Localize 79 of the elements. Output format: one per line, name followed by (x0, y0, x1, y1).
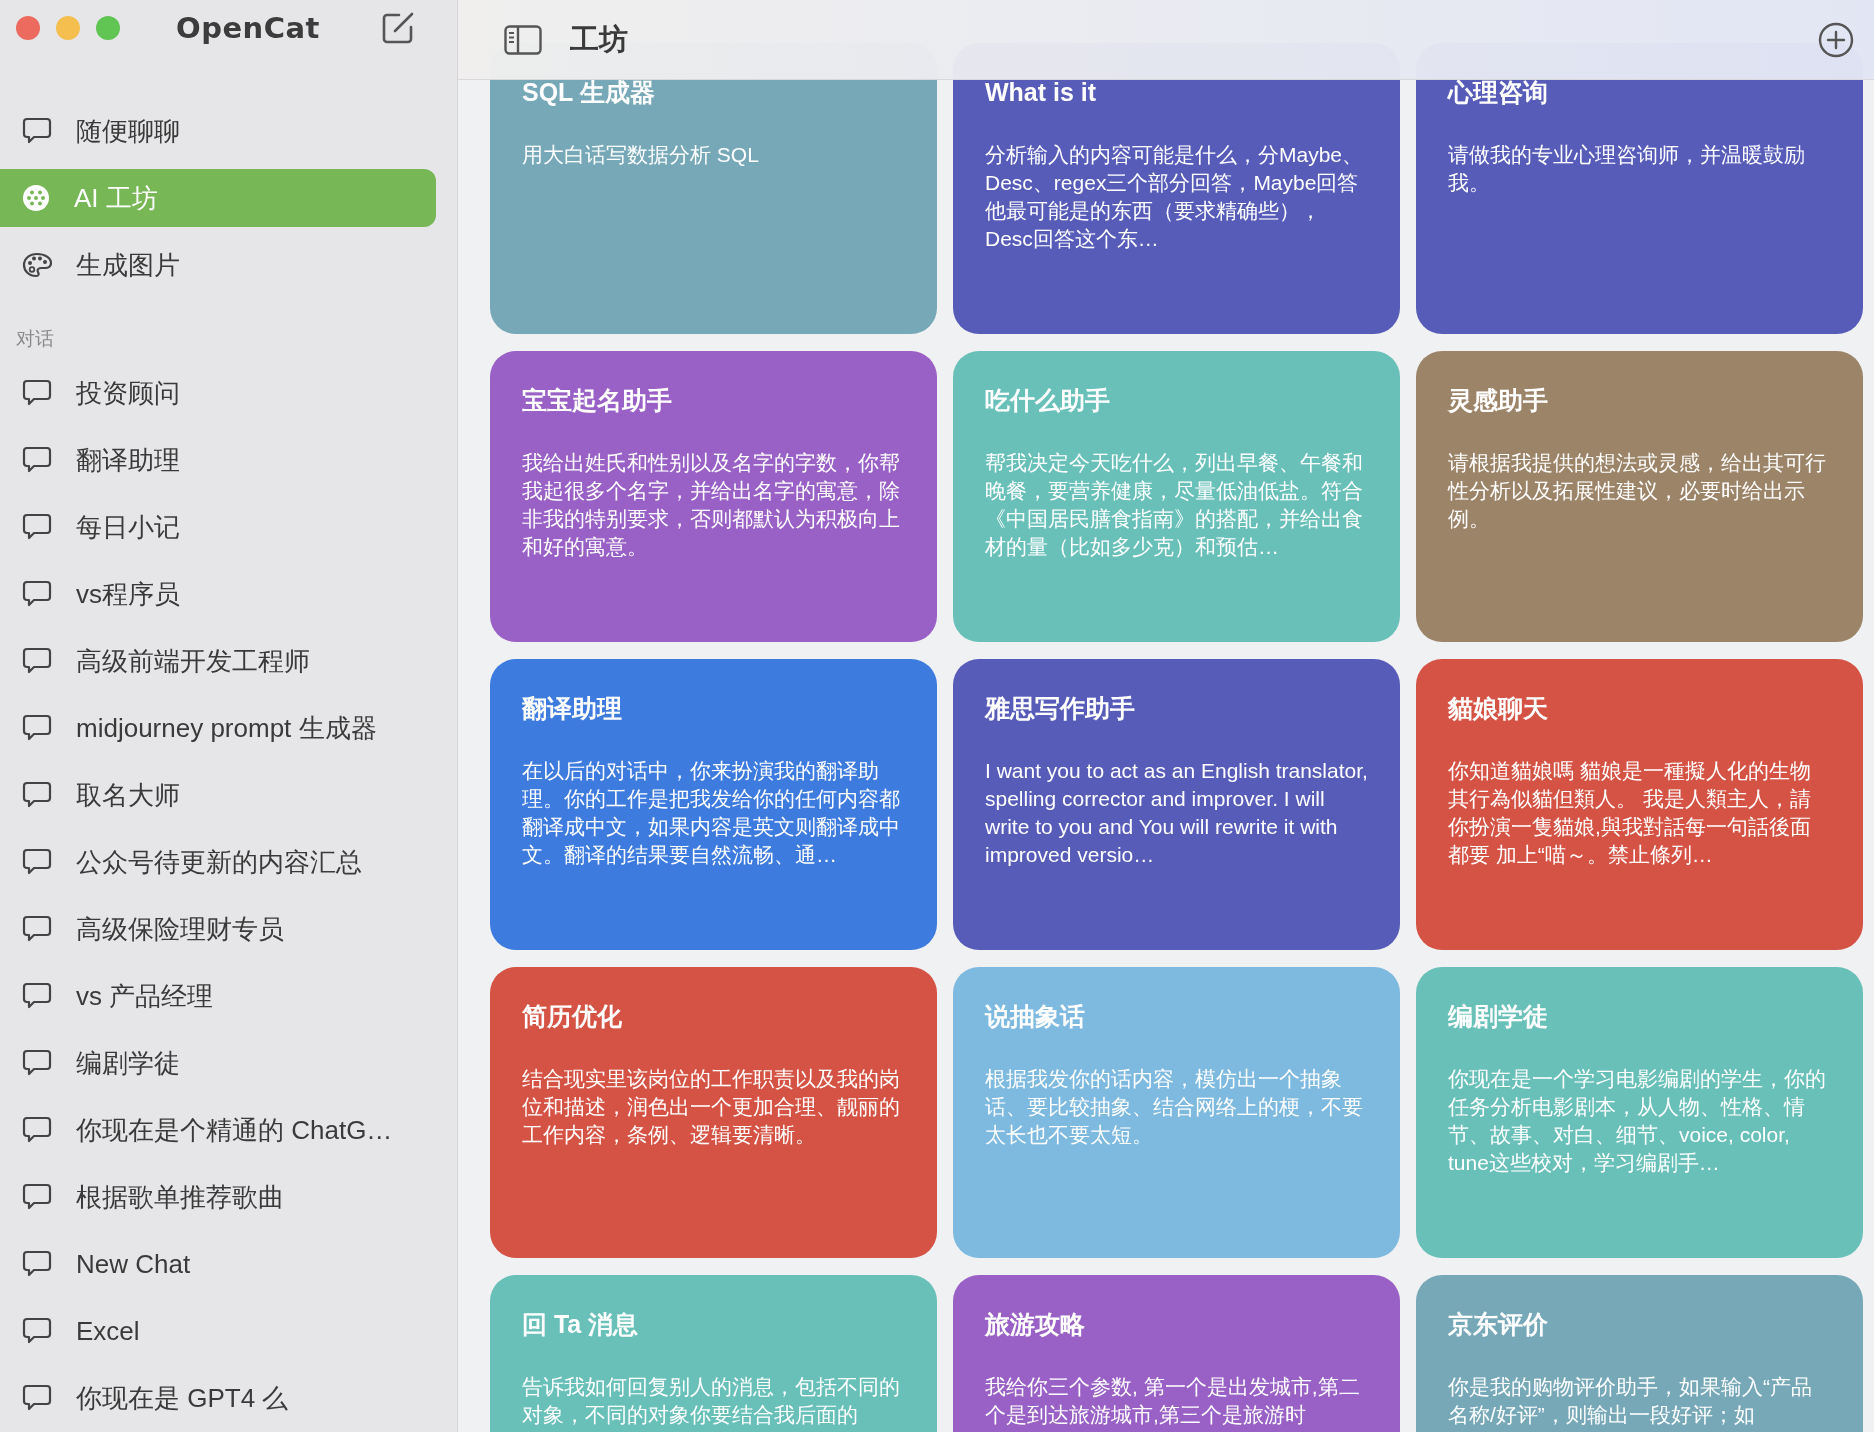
add-icon[interactable] (1818, 21, 1854, 58)
card-title: SQL 生成器 (522, 77, 656, 107)
sidebar-item[interactable]: 根据歌单推荐歌曲 (0, 1168, 436, 1226)
sidebar-item[interactable]: 生成图片 (0, 236, 436, 294)
prompt-card[interactable]: 宝宝起名助手 我给出姓氏和性别以及名字的字数，你帮我起很多个名字，并给出名字的寓意，除非我的特别要求，否则都默认为积极向上和好的寓意。 (490, 351, 937, 642)
sidebar-item[interactable]: 取名大师 (0, 766, 436, 824)
card-title: 说抽象话 (985, 1001, 1086, 1031)
prompt-card[interactable]: 旅游攻略 我给你三个参数, 第一个是出发城市,第二个是到达旅游城市,第三个是旅游时 (953, 1275, 1400, 1432)
chat-bubble-icon (22, 1384, 52, 1412)
dotted-circle-icon (22, 184, 50, 212)
chat-bubble-icon (22, 1183, 52, 1211)
chat-bubble-icon (22, 848, 52, 876)
prompt-card[interactable]: 灵感助手 请根据我提供的想法或灵感，给出其可行性分析以及拓展性建议，必要时给出示例。 (1416, 351, 1863, 642)
card-description: 在以后的对话中，你来扮演我的翻译助理。你的工作是把我发给你的任何内容都翻译成中文，如果内容是英文则翻译成中文。翻译的结果要自然流畅、通… (522, 758, 901, 868)
card-description: 用大白话写数据分析 SQL (522, 142, 760, 168)
sidebar-item[interactable]: 投资顾问 (0, 364, 436, 422)
card-title: 心理咨询 (1448, 77, 1549, 107)
card-title: 宝宝起名助手 (522, 385, 673, 415)
card-description: 我给你三个参数, 第一个是出发城市,第二个是到达旅游城市,第三个是旅游时 (985, 1374, 1361, 1428)
card-title: 旅游攻略 (985, 1309, 1086, 1339)
card-description: 请做我的专业心理咨询师，并温暖鼓励我。 (1448, 142, 1806, 196)
card-title: 貓娘聊天 (1448, 693, 1549, 723)
sidebar-item[interactable]: 你现在是 GPT4 么 (0, 1369, 436, 1427)
app-name: OpenCat (176, 11, 320, 45)
chat-bubble-icon (22, 781, 52, 809)
card-title: 翻译助理 (522, 693, 623, 723)
chat-bubble-icon (22, 714, 52, 742)
sidebar-item[interactable]: 公众号待更新的内容汇总 (0, 833, 436, 891)
card-description: 请根据我提供的想法或灵感，给出其可行性分析以及拓展性建议，必要时给出示例。 (1448, 450, 1827, 532)
card-description: 告诉我如何回复别人的消息，包括不同的对象，不同的对象你要结合我后面的 (522, 1374, 901, 1428)
card-title: 京东评价 (1448, 1309, 1549, 1339)
card-description: 根据我发你的话内容，模仿出一个抽象话、要比较抽象、结合网络上的梗，不要太长也不要太短。 (985, 1066, 1364, 1148)
chat-bubble-icon (22, 446, 52, 474)
sidebar-item[interactable]: 随便聊聊 (0, 102, 436, 160)
card-description: 你是我的购物评价助手，如果输入“产品名称/好评”，则输出一段好评；如 (1448, 1374, 1813, 1428)
card-title: What is it (985, 77, 1098, 107)
card-title: 雅思写作助手 (985, 693, 1136, 723)
card-title: 编剧学徒 (1448, 1001, 1549, 1031)
card-title: 回 Ta 消息 (522, 1309, 640, 1339)
sidebar-item[interactable]: vs程序员 (0, 565, 436, 623)
prompt-card[interactable]: 雅思写作助手 I want you to act as an English translator, spelling corrector and improver. I will write to you and You will rewrite it with improved versio… (953, 659, 1400, 950)
sidebar-item[interactable]: 高级保险理财专员 (0, 900, 436, 958)
sidebar-item[interactable]: midjourney prompt 生成器 (0, 699, 436, 757)
chat-bubble-icon (22, 379, 52, 407)
chat-bubble-icon (22, 513, 52, 541)
prompt-card[interactable]: 简历优化 结合现实里该岗位的工作职责以及我的岗位和描述，润色出一个更加合理、靓丽的工作内容，条例、逻辑要清晰。 (490, 967, 937, 1258)
sidebar-toggle-icon[interactable] (504, 24, 542, 55)
chat-bubble-icon (22, 982, 52, 1010)
sidebar-item[interactable]: vs 产品经理 (0, 967, 436, 1025)
sidebar-item[interactable]: New Chat (0, 1235, 436, 1293)
sidebar-item[interactable]: 编剧学徒 (0, 1034, 436, 1092)
chat-bubble-icon (22, 1250, 52, 1278)
chat-bubble-icon (22, 1116, 52, 1144)
card-description: 结合现实里该岗位的工作职责以及我的岗位和描述，润色出一个更加合理、靓丽的工作内容，条例、逻辑要清晰。 (522, 1066, 901, 1148)
card-title: 灵感助手 (1448, 385, 1549, 415)
card-description: 我给出姓氏和性别以及名字的字数，你帮我起很多个名字，并给出名字的寓意，除非我的特别要求，否则都默认为积极向上和好的寓意。 (522, 450, 901, 560)
sidebar-item[interactable]: 每日小记 (0, 498, 436, 556)
prompt-card[interactable]: 貓娘聊天 你知道貓娘嗎 貓娘是一種擬人化的生物其行為似貓但類人。 我是人類主人，請你扮演一隻貓娘,與我對話每一句話後面都要 加上“喵～。禁止條列… (1416, 659, 1863, 950)
chat-bubble-icon (22, 1317, 52, 1345)
compose-icon[interactable] (381, 11, 415, 45)
sidebar-item[interactable]: 翻译助理 (0, 431, 436, 489)
card-title: 简历优化 (522, 1001, 623, 1031)
card-description: 帮我决定今天吃什么，列出早餐、午餐和晚餐，要营养健康，尽量低油低盐。符合《中国居民膳食指南》的搭配，并给出食材的量（比如多少克）和预估… (985, 450, 1364, 560)
card-description: 你知道貓娘嗎 貓娘是一種擬人化的生物其行為似貓但類人。 我是人類主人，請你扮演一隻貓娘,與我對話每一句話後面都要 加上“喵～。禁止條列… (1448, 758, 1812, 868)
chat-bubble-icon (22, 580, 52, 608)
chat-bubble-icon (22, 117, 52, 145)
chat-bubble-icon (22, 915, 52, 943)
palette-icon (22, 251, 52, 279)
sidebar-item[interactable]: 高级前端开发工程师 (0, 632, 436, 690)
section-title: 对话 (15, 327, 55, 351)
sidebar-item[interactable]: Excel (0, 1302, 436, 1360)
chat-bubble-icon (22, 1049, 52, 1077)
chat-bubble-icon (22, 647, 52, 675)
card-title: 吃什么助手 (985, 385, 1111, 415)
prompt-card[interactable]: 翻译助理 在以后的对话中，你来扮演我的翻译助理。你的工作是把我发给你的任何内容都翻译成中文，如果内容是英文则翻译成中文。翻译的结果要自然流畅、通… (490, 659, 937, 950)
card-description: 分析输入的内容可能是什么，分Maybe、Desc、regex三个部分回答，Maybe回答他最可能是的东西（要求精确些），Desc回答这个东… (985, 142, 1365, 252)
card-description: I want you to act as an English translator, spelling corrector and improver. I will write to you and You will rewrite it with improved versio… (985, 758, 1368, 868)
sidebar-item[interactable]: 你现在是个精通的 ChatG… (0, 1101, 436, 1159)
card-description: 你现在是一个学习电影编剧的学生，你的任务分析电影剧本，从人物、性格、情节、故事、对白、细节、voice, color, tune这些校对，学习编剧手… (1448, 1066, 1827, 1176)
